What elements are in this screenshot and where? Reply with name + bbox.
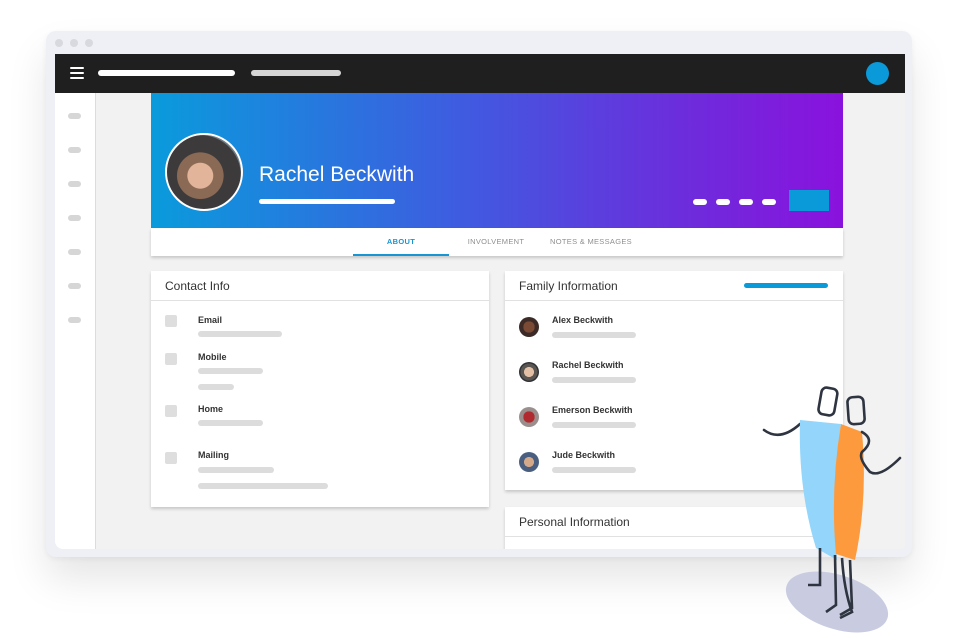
member-avatar — [519, 407, 539, 427]
mailing-value-placeholder — [198, 483, 328, 489]
mobile-label: Mobile — [198, 352, 227, 362]
top-navigation-bar — [55, 54, 905, 93]
profile-action-link[interactable] — [739, 199, 753, 205]
profile-actions — [693, 199, 776, 205]
member-detail-placeholder — [552, 422, 636, 428]
profile-tabs: ABOUT INVOLVEMENT NOTES & MESSAGES — [151, 228, 843, 256]
window-minimize-button[interactable] — [70, 39, 78, 47]
hamburger-menu-icon[interactable] — [70, 67, 84, 79]
sidebar — [55, 93, 96, 549]
nav-placeholder-primary[interactable] — [98, 70, 235, 76]
profile-action-link[interactable] — [716, 199, 730, 205]
member-name[interactable]: Jude Beckwith — [552, 450, 615, 460]
mobile-value-placeholder — [198, 368, 263, 374]
tab-involvement[interactable]: INVOLVEMENT — [451, 228, 541, 256]
mailing-value-placeholder — [198, 467, 274, 473]
home-label: Home — [198, 404, 224, 414]
profile-header: Rachel Beckwith — [151, 93, 843, 228]
sidebar-item[interactable] — [68, 147, 81, 153]
contact-info-title: Contact Info — [165, 279, 230, 293]
member-avatar — [519, 317, 539, 337]
figure-head-right — [846, 395, 866, 426]
mailing-label: Mailing — [198, 450, 229, 460]
profile-name: Rachel Beckwith — [259, 163, 415, 186]
member-avatar — [519, 362, 539, 382]
profile-primary-button[interactable] — [789, 190, 829, 211]
family-info-title: Family Information — [519, 279, 618, 293]
figure-body-orange — [833, 424, 864, 560]
mobile-value-placeholder — [198, 384, 234, 390]
user-avatar-button[interactable] — [866, 62, 889, 85]
email-icon — [165, 315, 177, 327]
home-value-placeholder — [198, 420, 263, 426]
member-detail-placeholder — [552, 467, 636, 473]
member-detail-placeholder — [552, 377, 636, 383]
profile-action-link[interactable] — [693, 199, 707, 205]
figure-arm-right — [859, 430, 902, 475]
member-name[interactable]: Rachel Beckwith — [552, 360, 624, 370]
email-label: Email — [198, 315, 223, 325]
tab-about[interactable]: ABOUT — [353, 228, 449, 256]
window-maximize-button[interactable] — [85, 39, 93, 47]
nav-placeholder-secondary[interactable] — [251, 70, 341, 76]
sidebar-item[interactable] — [68, 215, 81, 221]
figure-arm-left — [762, 422, 802, 437]
family-info-action[interactable] — [744, 283, 828, 288]
window-close-button[interactable] — [55, 39, 63, 47]
mobile-icon — [165, 353, 177, 365]
email-value-placeholder — [198, 331, 282, 337]
sidebar-item[interactable] — [68, 113, 81, 119]
personal-info-title: Personal Information — [519, 515, 630, 529]
member-detail-placeholder — [552, 332, 636, 338]
window-controls — [55, 39, 93, 47]
sidebar-item[interactable] — [68, 249, 81, 255]
mailing-icon — [165, 452, 177, 464]
illustration-figures — [762, 386, 902, 633]
sidebar-item[interactable] — [68, 283, 81, 289]
sidebar-item[interactable] — [68, 317, 81, 323]
member-avatar — [519, 452, 539, 472]
contact-info-header: Contact Info — [151, 271, 489, 301]
profile-avatar — [165, 133, 243, 211]
home-icon — [165, 405, 177, 417]
profile-action-link[interactable] — [762, 199, 776, 205]
contact-info-card: Contact Info Email Mobile Home Mailing — [151, 271, 489, 507]
member-name[interactable]: Alex Beckwith — [552, 315, 613, 325]
member-name[interactable]: Emerson Beckwith — [552, 405, 633, 415]
family-info-header: Family Information — [505, 271, 843, 301]
sidebar-item[interactable] — [68, 181, 81, 187]
figure-head-left — [817, 386, 839, 417]
tab-notes-messages[interactable]: NOTES & MESSAGES — [543, 228, 639, 256]
profile-subtitle-placeholder — [259, 199, 395, 204]
